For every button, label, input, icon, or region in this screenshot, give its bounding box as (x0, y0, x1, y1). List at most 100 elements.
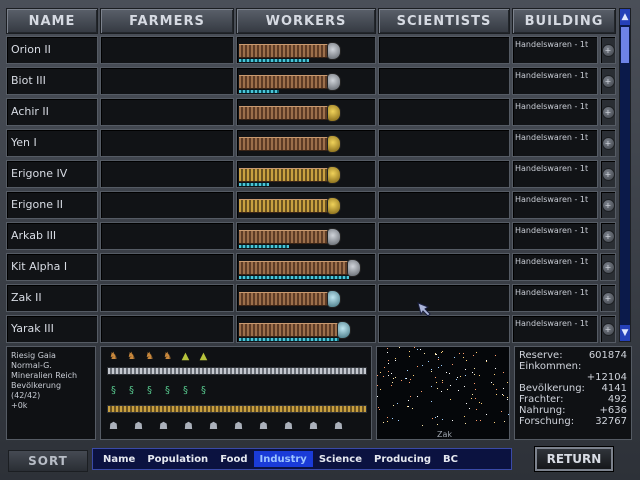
row-action-button[interactable]: + (600, 67, 616, 95)
empire-stats-panel: Reserve: 601874 Einkommen: +12104 Bevölk… (514, 346, 632, 440)
farmers-cell[interactable] (100, 191, 234, 219)
building-cell[interactable]: Handelswaren - 1t (512, 284, 598, 312)
sort-industry-button[interactable]: Industry (253, 451, 313, 467)
sort-population-button[interactable]: Population (141, 451, 214, 467)
workers-cell[interactable] (236, 191, 376, 219)
star (438, 359, 439, 360)
building-cell[interactable]: Handelswaren - 1t (512, 67, 598, 95)
row-action-button[interactable]: + (600, 36, 616, 64)
scientists-cell[interactable] (378, 222, 510, 250)
table-row[interactable]: Achir II Handelswaren - 1t + (6, 98, 618, 126)
colony-name[interactable]: Kit Alpha I (6, 253, 98, 281)
farmers-cell[interactable] (100, 36, 234, 64)
colony-name[interactable]: Erigone IV (6, 160, 98, 188)
workers-cell[interactable] (236, 222, 376, 250)
scientists-cell[interactable] (378, 98, 510, 126)
plus-icon: + (601, 43, 615, 57)
farmers-cell[interactable] (100, 315, 234, 343)
colony-name[interactable]: Erigone II (6, 191, 98, 219)
row-action-button[interactable]: + (600, 253, 616, 281)
colony-name[interactable]: Yarak III (6, 315, 98, 343)
row-action-button[interactable]: + (600, 315, 616, 343)
colony-name[interactable]: Achir II (6, 98, 98, 126)
star (471, 398, 472, 399)
table-row[interactable]: Arkab III Handelswaren - 1t + (6, 222, 618, 250)
table-row[interactable]: Orion II Handelswaren - 1t + (6, 36, 618, 64)
row-action-button[interactable]: + (600, 160, 616, 188)
scientists-cell[interactable] (378, 160, 510, 188)
scientists-cell[interactable] (378, 67, 510, 95)
header-building[interactable]: BUILDING (512, 8, 616, 34)
sort-food-button[interactable]: Food (214, 451, 253, 467)
building-cell[interactable]: Handelswaren - 1t (512, 315, 598, 343)
workers-cell[interactable] (236, 315, 376, 343)
scientists-cell[interactable] (378, 129, 510, 157)
row-action-button[interactable]: + (600, 98, 616, 126)
table-row[interactable]: Erigone IV Handelswaren - 1t + (6, 160, 618, 188)
row-action-button[interactable]: + (600, 129, 616, 157)
table-row[interactable]: Yen I Handelswaren - 1t + (6, 129, 618, 157)
colony-name[interactable]: Zak II (6, 284, 98, 312)
colony-name[interactable]: Biot III (6, 67, 98, 95)
row-action-button[interactable]: + (600, 284, 616, 312)
workers-cell[interactable] (236, 284, 376, 312)
farmers-cell[interactable] (100, 160, 234, 188)
table-row[interactable]: Zak II Handelswaren - 1t + (6, 284, 618, 312)
workers-cell[interactable] (236, 129, 376, 157)
sort-name-button[interactable]: Name (97, 451, 141, 467)
pointer-cursor-icon (417, 302, 431, 317)
table-row[interactable]: Erigone II Handelswaren - 1t + (6, 191, 618, 219)
star (408, 400, 409, 401)
sort-science-button[interactable]: Science (313, 451, 368, 467)
header-workers[interactable]: WORKERS (236, 8, 376, 34)
food-label: Nahrung: (519, 405, 566, 416)
sort-bc-button[interactable]: BC (437, 451, 464, 467)
colony-name[interactable]: Arkab III (6, 222, 98, 250)
star (380, 389, 381, 390)
star (420, 349, 421, 350)
workers-cell[interactable] (236, 98, 376, 126)
star (474, 374, 475, 375)
scroll-up-button[interactable]: ▲ (620, 9, 630, 25)
star (391, 385, 392, 386)
workers-cell[interactable] (236, 160, 376, 188)
scientists-cell[interactable] (378, 284, 510, 312)
building-cell[interactable]: Handelswaren - 1t (512, 160, 598, 188)
header-farmers[interactable]: FARMERS (100, 8, 234, 34)
row-action-button[interactable]: + (600, 191, 616, 219)
table-row[interactable]: Yarak III Handelswaren - 1t + (6, 315, 618, 343)
colony-name[interactable]: Orion II (6, 36, 98, 64)
scrollbar[interactable]: ▲ ▼ (619, 8, 631, 342)
return-button[interactable]: RETURN (534, 446, 614, 472)
sort-producing-button[interactable]: Producing (368, 451, 437, 467)
building-cell[interactable]: Handelswaren - 1t (512, 129, 598, 157)
scroll-thumb[interactable] (621, 27, 629, 63)
galaxy-minimap[interactable]: Zak (376, 346, 510, 440)
table-row[interactable]: Biot III Handelswaren - 1t + (6, 67, 618, 95)
farmers-cell[interactable] (100, 253, 234, 281)
workers-cell[interactable] (236, 36, 376, 64)
row-action-button[interactable]: + (600, 222, 616, 250)
building-cell[interactable]: Handelswaren - 1t (512, 253, 598, 281)
header-scientists[interactable]: SCIENTISTS (378, 8, 510, 34)
scientists-cell[interactable] (378, 191, 510, 219)
farmers-cell[interactable] (100, 67, 234, 95)
colony-name[interactable]: Yen I (6, 129, 98, 157)
scroll-down-button[interactable]: ▼ (620, 325, 630, 341)
building-cell[interactable]: Handelswaren - 1t (512, 36, 598, 64)
table-row[interactable]: Kit Alpha I Handelswaren - 1t + (6, 253, 618, 281)
farmers-cell[interactable] (100, 222, 234, 250)
workers-cell[interactable] (236, 67, 376, 95)
farmers-cell[interactable] (100, 98, 234, 126)
building-cell[interactable]: Handelswaren - 1t (512, 191, 598, 219)
farmers-cell[interactable] (100, 284, 234, 312)
header-name[interactable]: NAME (6, 8, 98, 34)
scientists-cell[interactable] (378, 315, 510, 343)
workers-bar (107, 367, 367, 375)
scientists-cell[interactable] (378, 36, 510, 64)
farmers-cell[interactable] (100, 129, 234, 157)
scientists-cell[interactable] (378, 253, 510, 281)
building-cell[interactable]: Handelswaren - 1t (512, 222, 598, 250)
workers-cell[interactable] (236, 253, 376, 281)
building-cell[interactable]: Handelswaren - 1t (512, 98, 598, 126)
